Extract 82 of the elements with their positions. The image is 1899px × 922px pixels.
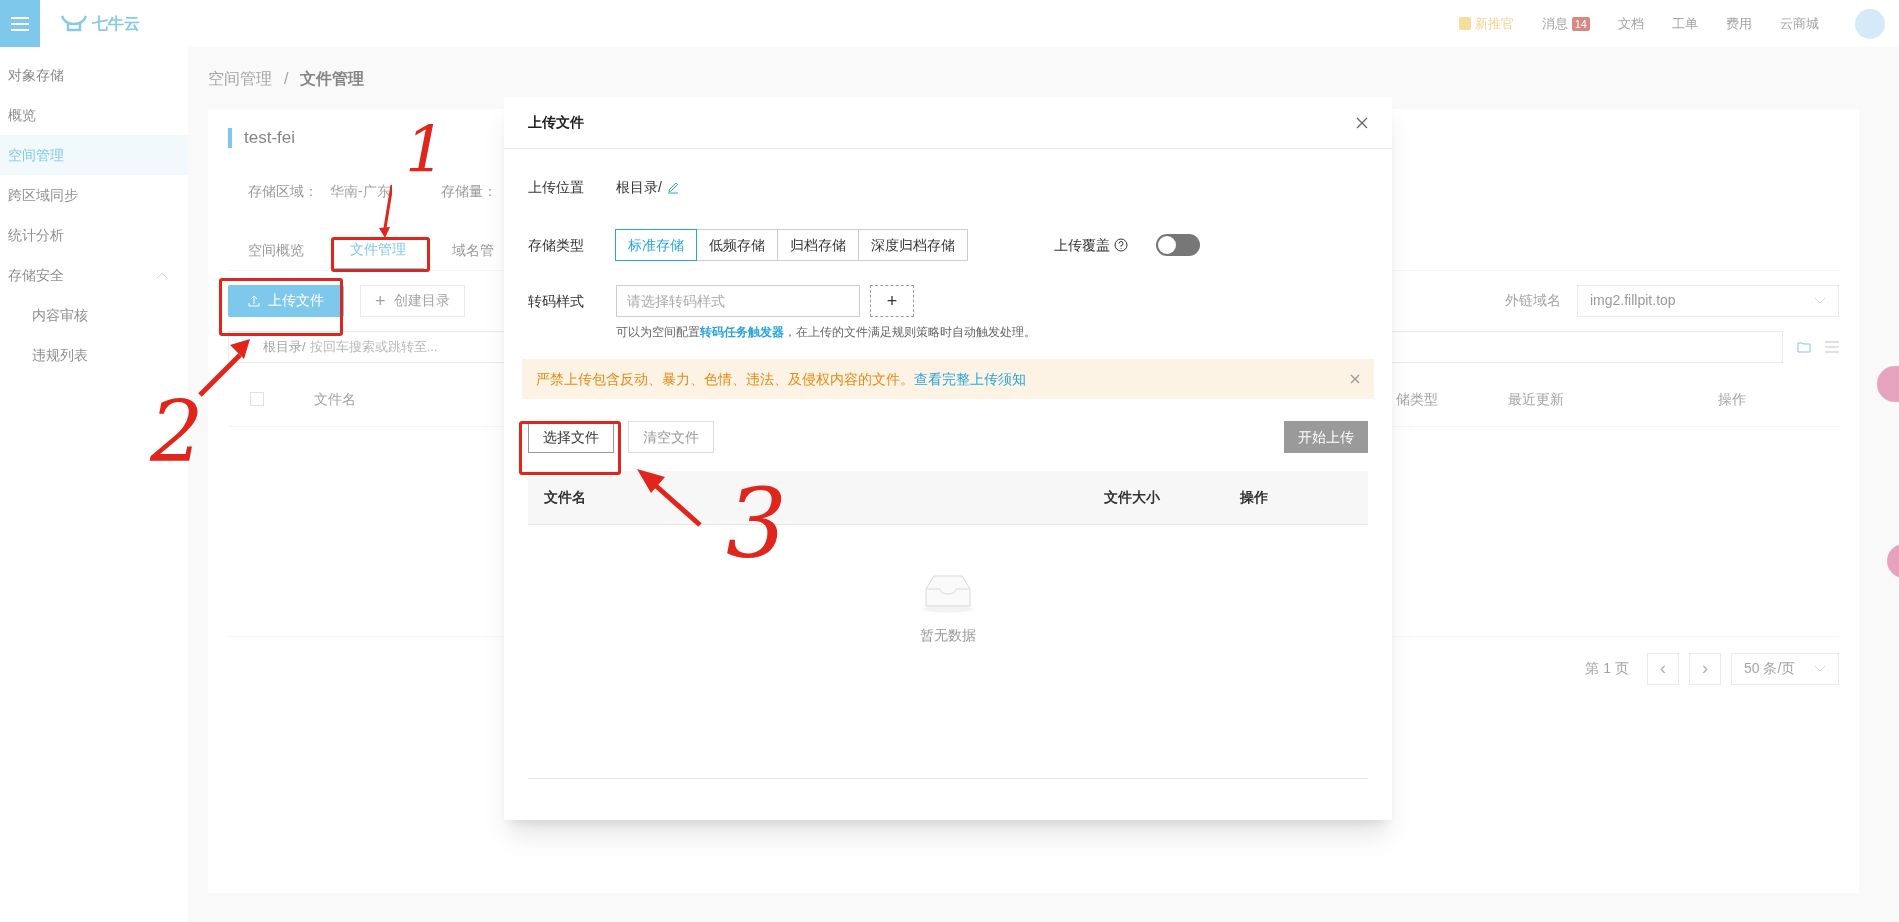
column-header: 操作 bbox=[1718, 389, 1746, 409]
sidebar-item[interactable]: 跨区域同步 bbox=[0, 175, 188, 215]
location-value: 根目录/ bbox=[616, 177, 662, 197]
chevron-icon bbox=[1814, 664, 1826, 673]
field-label: 存储类型 bbox=[528, 235, 585, 255]
nav-link[interactable]: 费用 bbox=[1726, 13, 1752, 34]
plus-icon: + bbox=[375, 291, 386, 310]
menu-button[interactable] bbox=[0, 0, 40, 47]
field-label: 外链域名 bbox=[1505, 291, 1561, 310]
column-header: 文件大小 bbox=[1104, 488, 1161, 507]
close-icon[interactable] bbox=[1356, 116, 1368, 129]
folder-icon[interactable] bbox=[1797, 340, 1811, 353]
column-header: 操作 bbox=[1240, 488, 1268, 507]
transcode-style-field[interactable]: 请选择转码样式 bbox=[616, 285, 860, 317]
nav-link[interactable]: 新推官 bbox=[1458, 13, 1514, 34]
bucket-name: test-fei bbox=[244, 127, 296, 149]
page-indicator: 第 1 页 bbox=[1585, 659, 1629, 678]
chevron-icon bbox=[156, 271, 168, 279]
sidebar-item[interactable]: 统计分析 bbox=[0, 215, 188, 255]
create-folder-button[interactable]: + 创建目录 bbox=[360, 284, 465, 317]
close-icon[interactable] bbox=[1350, 374, 1360, 384]
upload-rules-link[interactable]: 查看完整上传须知 bbox=[914, 368, 1026, 390]
upload-icon bbox=[248, 294, 260, 307]
warning-text: 严禁上传包含反动、暴力、色情、违法、及侵权内容的文件。 bbox=[536, 369, 914, 389]
checkbox[interactable] bbox=[250, 392, 264, 406]
annotation-number: 2 bbox=[150, 390, 204, 474]
tab[interactable]: 域名管 bbox=[434, 231, 512, 270]
sidebar-group[interactable]: 存储安全 bbox=[0, 255, 188, 295]
sidebar-item[interactable]: 概览 bbox=[0, 95, 188, 135]
nav-link[interactable]: 消息 14 bbox=[1541, 13, 1590, 34]
column-header: 储类型 bbox=[1396, 389, 1439, 409]
arrow-drawing bbox=[378, 183, 392, 239]
overwrite-toggle[interactable] bbox=[1156, 234, 1200, 256]
empty-text: 暂无数据 bbox=[920, 626, 976, 645]
storage-type-option[interactable]: 深度归档存储 bbox=[858, 229, 968, 261]
logo-text: 七牛云 bbox=[92, 13, 140, 34]
gift-icon bbox=[1458, 17, 1471, 30]
column-header: 文件名 bbox=[544, 488, 587, 507]
sidebar-item[interactable]: 违规列表 bbox=[0, 335, 188, 375]
field-label: 上传位置 bbox=[528, 177, 585, 197]
bull-logo-icon bbox=[60, 13, 88, 34]
previous-page-button[interactable]: ‹ bbox=[1647, 652, 1679, 685]
pencil-icon[interactable] bbox=[665, 180, 680, 194]
sidebar-item[interactable]: 内容审核 bbox=[0, 295, 188, 335]
hint-text: 可以为空间配置转码任务触发器，在上传的文件满足规则策略时自动触发处理。 bbox=[616, 324, 1037, 341]
storage-type-option[interactable]: 归档存储 bbox=[777, 229, 859, 261]
annotation-number: 1 bbox=[405, 118, 446, 182]
sidebar-item[interactable]: 空间管理 bbox=[0, 135, 188, 175]
storage-type-option[interactable]: 低频存储 bbox=[696, 229, 778, 261]
domain-select[interactable]: img2.fillpit.top bbox=[1577, 284, 1839, 317]
arrow-drawing bbox=[636, 468, 703, 528]
storage-type-option[interactable]: 标准存储 bbox=[615, 229, 697, 261]
sidebar-title: 对象存储 bbox=[7, 65, 65, 85]
dialog-title: 上传文件 bbox=[528, 113, 585, 132]
field-label: 上传覆盖 bbox=[1054, 235, 1110, 255]
info-label: 存储量： bbox=[440, 181, 497, 201]
page-size-select[interactable]: 50 条/页 bbox=[1731, 652, 1839, 685]
annotation-number: 3 bbox=[726, 476, 788, 572]
empty-tray-icon bbox=[922, 573, 974, 613]
next-page-button[interactable]: › bbox=[1689, 652, 1721, 685]
column-header: 最近更新 bbox=[1508, 389, 1565, 409]
info-label: 存储区域： bbox=[248, 181, 318, 201]
field-label: 转码样式 bbox=[528, 291, 585, 311]
chevron-icon bbox=[1814, 296, 1826, 305]
upload-button[interactable]: 上传文件 bbox=[228, 284, 344, 317]
avatar[interactable] bbox=[1855, 8, 1885, 39]
column-header: 文件名 bbox=[314, 389, 357, 409]
breadcrumb-item: 文件管理 bbox=[300, 69, 365, 89]
menu-icon bbox=[11, 16, 29, 31]
info-value: 华南-广东 bbox=[330, 181, 391, 201]
add-style-button[interactable]: + bbox=[870, 285, 914, 317]
nav-link[interactable]: 文档 bbox=[1618, 13, 1644, 34]
list-icon[interactable] bbox=[1825, 340, 1839, 353]
breadcrumb-item: / bbox=[284, 69, 289, 89]
breadcrumb-item[interactable]: 空间管理 bbox=[208, 67, 272, 91]
help-icon[interactable] bbox=[1114, 238, 1128, 252]
nav-link[interactable]: 工单 bbox=[1672, 13, 1698, 34]
accent-bar bbox=[228, 127, 232, 148]
nav-link[interactable]: 云商城 bbox=[1780, 13, 1819, 34]
tab[interactable]: 空间概览 bbox=[230, 231, 322, 270]
arrow-drawing bbox=[198, 338, 252, 398]
count-badge: 14 bbox=[1571, 16, 1590, 31]
